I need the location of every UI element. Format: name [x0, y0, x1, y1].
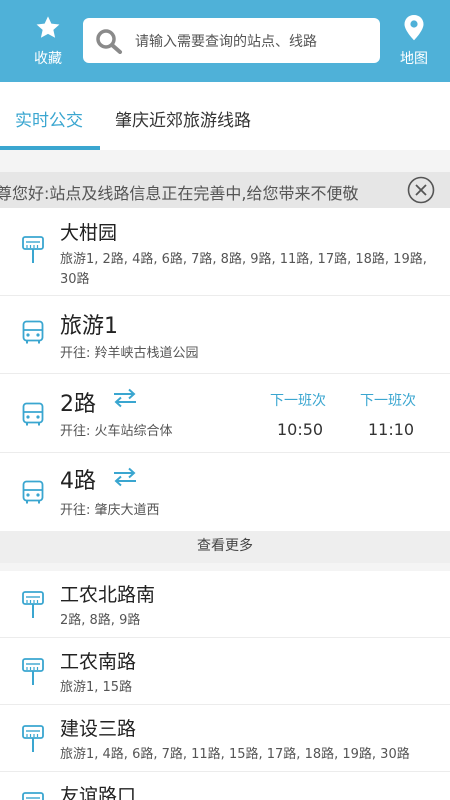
station-name: 大柑园 — [60, 222, 118, 244]
section-gap — [0, 150, 450, 172]
next-departure-label: 下一班次 — [270, 393, 326, 409]
star-icon — [36, 16, 60, 38]
favorites-button[interactable]: 收藏 — [20, 14, 76, 70]
station-lines: 旅游1, 15路 — [60, 680, 133, 695]
next-departure-time: 10:50 — [277, 420, 324, 439]
station-lines: 旅游1, 4路, 6路, 7路, 11路, 15路, 17路, 18路, 19路… — [60, 747, 410, 762]
station-name: 工农北路南 — [60, 584, 156, 606]
map-button[interactable]: 地图 — [386, 14, 442, 70]
swap-direction-icon[interactable] — [112, 388, 138, 408]
tab-bar: 实时公交 肇庆近郊旅游线路 — [0, 82, 450, 150]
search-icon — [96, 29, 122, 54]
app-header: 收藏 请输入需要查询的站点、线路 地图 — [0, 0, 450, 82]
favorites-label: 收藏 — [34, 51, 62, 67]
map-label: 地图 — [400, 51, 428, 67]
close-icon[interactable] — [407, 176, 435, 204]
station-lines: 旅游1, 2路, 4路, 6路, 7路, 8路, 9路, 11路, 17路, 1… — [60, 252, 427, 287]
next-departure-time: 11:10 — [368, 420, 415, 439]
bus-stop-icon — [22, 792, 44, 800]
location-pin-icon — [404, 15, 424, 41]
bus-icon — [22, 480, 44, 504]
bus-stop-icon — [22, 591, 44, 618]
swap-direction-icon[interactable] — [112, 467, 138, 487]
tab-realtime-bus[interactable]: 实时公交 — [15, 106, 83, 131]
station-row[interactable]: 大柑园 旅游1, 2路, 4路, 6路, 7路, 8路, 9路, 11路, 17… — [0, 208, 450, 296]
section-gap — [0, 563, 450, 571]
search-box[interactable]: 请输入需要查询的站点、线路 — [83, 18, 380, 63]
route-row[interactable]: 4路 开往: 肇庆大道西 — [0, 453, 450, 531]
station-row[interactable]: 工农北路南 2路, 8路, 9路 — [0, 571, 450, 638]
bus-icon — [22, 402, 44, 426]
bus-stop-icon — [22, 236, 44, 263]
notice-text: 尊您好:站点及线路信息正在完善中,给您带来不便敬 — [0, 184, 359, 203]
bus-stop-icon — [22, 725, 44, 752]
bus-stop-icon — [22, 658, 44, 685]
station-row[interactable]: 工农南路 旅游1, 15路 — [0, 638, 450, 705]
tab-suburban-tour-routes[interactable]: 肇庆近郊旅游线路 — [115, 106, 251, 131]
next-departure-label: 下一班次 — [360, 393, 416, 409]
station-name: 友谊路口 — [60, 785, 137, 800]
station-name: 工农南路 — [60, 651, 137, 673]
station-name: 建设三路 — [60, 718, 137, 740]
route-direction: 开往: 羚羊峡古栈道公园 — [60, 346, 199, 361]
route-row[interactable]: 旅游1 开往: 羚羊峡古栈道公园 — [0, 296, 450, 374]
route-name: 2路 — [60, 392, 96, 417]
route-name: 旅游1 — [60, 314, 118, 339]
view-more-button[interactable]: 查看更多 — [0, 531, 450, 563]
station-row[interactable]: 建设三路 旅游1, 4路, 6路, 7路, 11路, 15路, 17路, 18路… — [0, 705, 450, 772]
notice-bar: 尊您好:站点及线路信息正在完善中,给您带来不便敬 — [0, 172, 450, 208]
station-lines: 2路, 8路, 9路 — [60, 613, 141, 628]
route-direction: 开往: 肇庆大道西 — [60, 503, 160, 518]
station-row[interactable]: 友谊路口 — [0, 772, 450, 800]
route-name: 4路 — [60, 469, 96, 494]
bus-icon — [22, 320, 44, 344]
route-direction: 开往: 火车站综合体 — [60, 424, 173, 439]
route-row[interactable]: 2路 开往: 火车站综合体 下一班次 10:50 下一班次 11:10 — [0, 374, 450, 453]
search-placeholder: 请输入需要查询的站点、线路 — [135, 34, 317, 50]
